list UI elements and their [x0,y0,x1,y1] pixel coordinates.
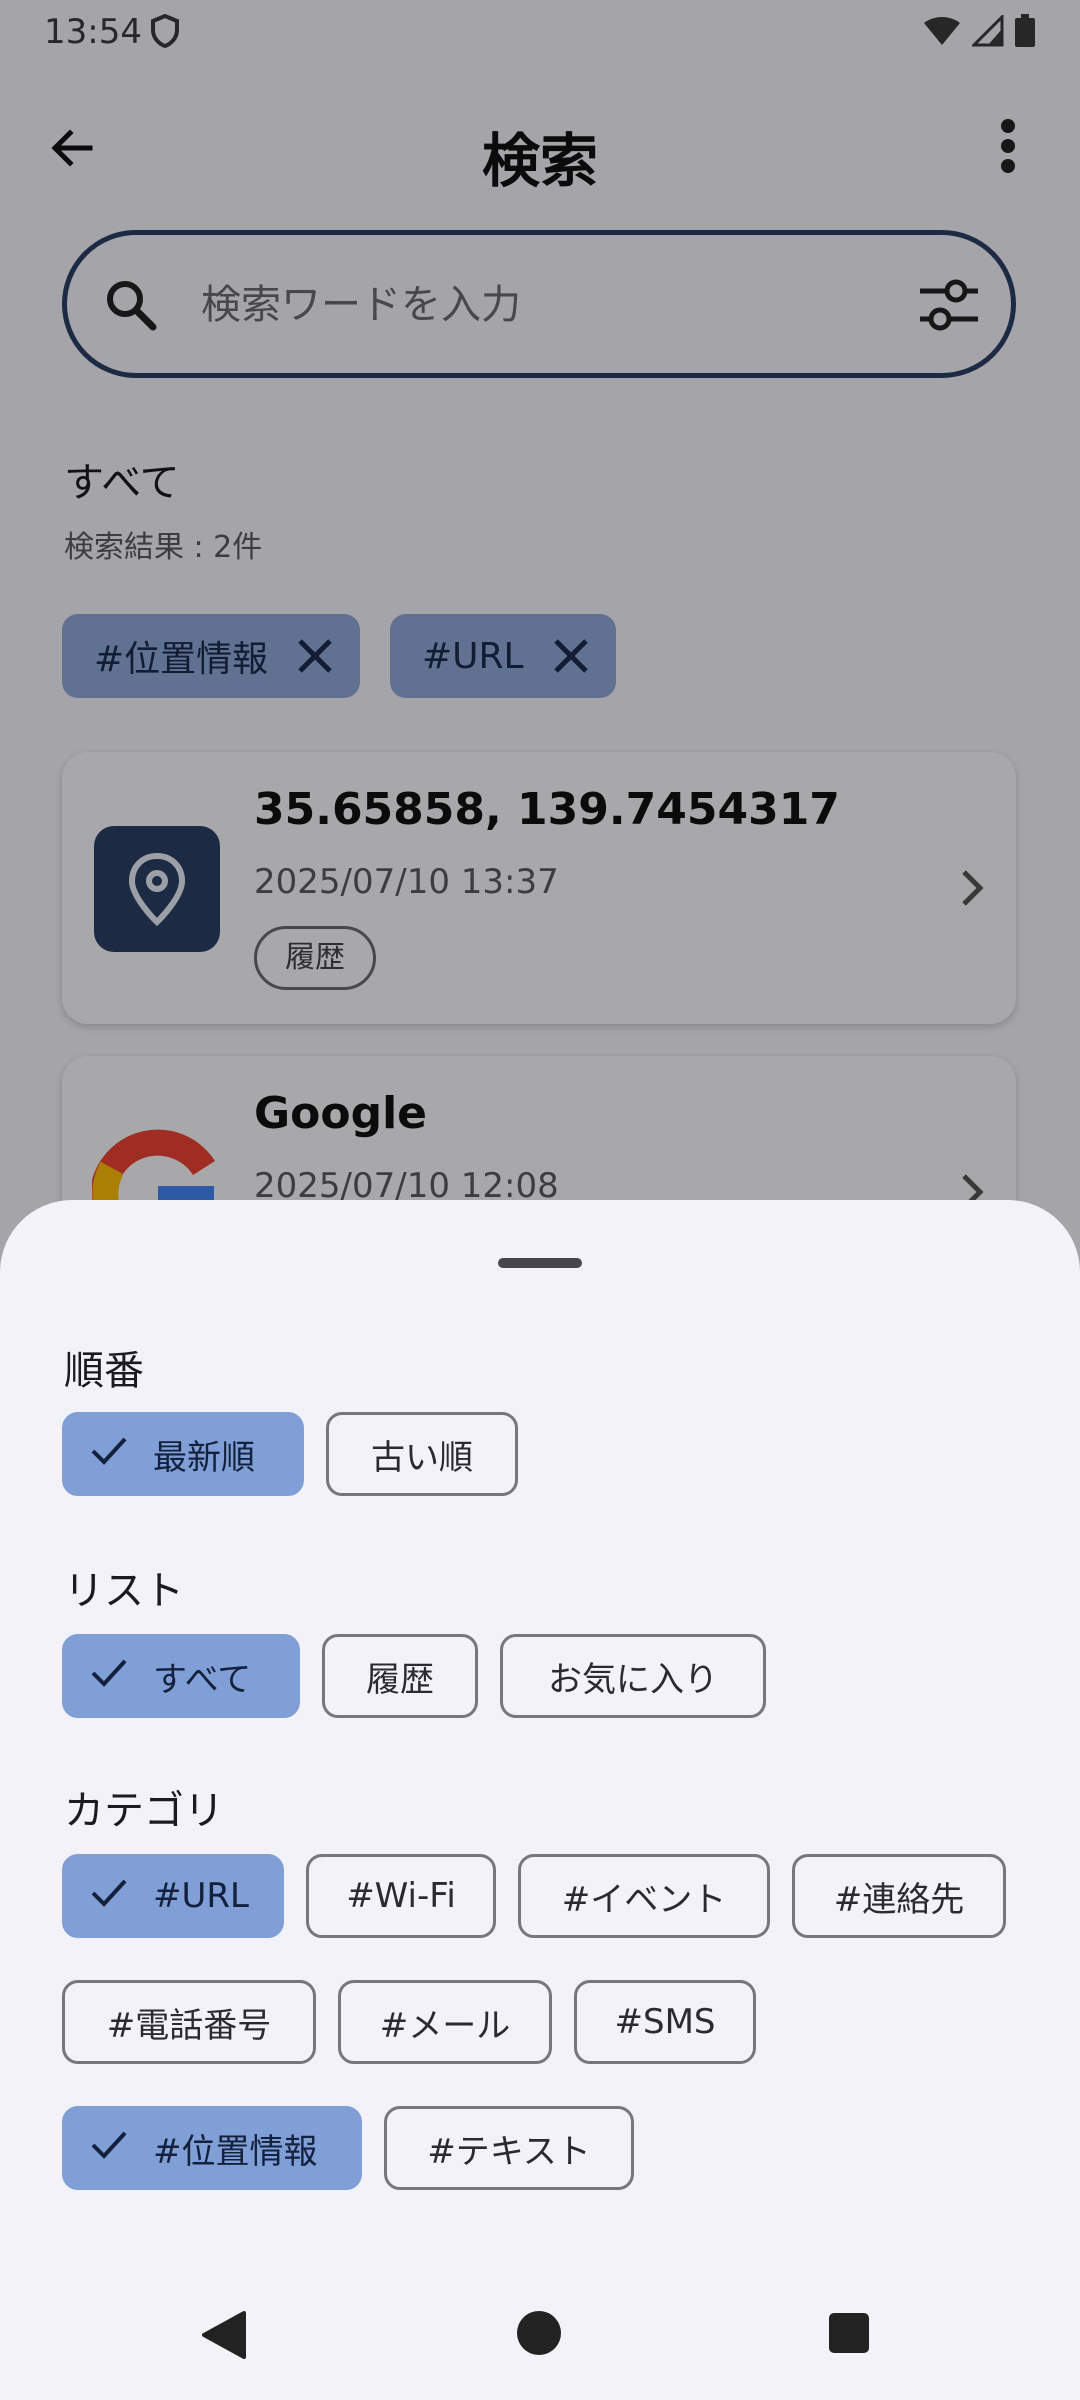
category-event-chip[interactable]: #イベント [518,1854,770,1938]
chip-label: #位置情報 [153,2131,318,2172]
nav-home-icon[interactable] [516,2310,562,2360]
category-location-chip[interactable]: #位置情報 [62,2106,362,2190]
chip-label: #イベント [561,1879,727,1920]
nav-back-icon[interactable] [200,2310,248,2364]
order-label: 順番 [64,1348,144,1394]
list-all-chip[interactable]: すべて [62,1634,300,1718]
chip-label: 最新順 [153,1437,255,1478]
category-sms-chip[interactable]: #SMS [574,1980,756,2064]
category-phone-chip[interactable]: #電話番号 [62,1980,316,2064]
category-label: カテゴリ [64,1788,224,1834]
check-icon [89,2127,129,2170]
chip-label: 履歴 [366,1659,434,1700]
category-text-chip[interactable]: #テキスト [384,2106,634,2190]
category-contact-chip[interactable]: #連絡先 [792,1854,1006,1938]
nav-recents-icon[interactable] [828,2312,870,2358]
category-url-chip[interactable]: #URL [62,1854,284,1938]
order-oldest-chip[interactable]: 古い順 [326,1412,518,1496]
chip-label: #Wi-Fi [346,1876,456,1916]
chip-label: #テキスト [427,2131,591,2172]
list-label: リスト [64,1568,184,1614]
system-navigation-bar [0,2270,1080,2400]
list-favorites-chip[interactable]: お気に入り [500,1634,766,1718]
chip-label: #メール [379,2005,511,2046]
chip-label: #電話番号 [106,2005,272,2046]
check-icon [89,1875,129,1918]
chip-label: #連絡先 [833,1879,965,1920]
chip-label: お気に入り [548,1659,718,1700]
filter-bottom-sheet: 順番 最新順 古い順 リスト すべて 履歴 お気に入り カテゴリ #URL #W… [0,1200,1080,2400]
check-icon [89,1433,129,1476]
chip-label: #URL [153,1876,249,1916]
category-email-chip[interactable]: #メール [338,1980,552,2064]
order-newest-chip[interactable]: 最新順 [62,1412,304,1496]
chip-label: 古い順 [371,1437,473,1478]
chip-label: #SMS [614,2002,716,2042]
category-wifi-chip[interactable]: #Wi-Fi [306,1854,496,1938]
list-history-chip[interactable]: 履歴 [322,1634,478,1718]
drag-handle[interactable] [498,1258,582,1268]
check-icon [89,1655,129,1698]
chip-label: すべて [153,1659,252,1700]
